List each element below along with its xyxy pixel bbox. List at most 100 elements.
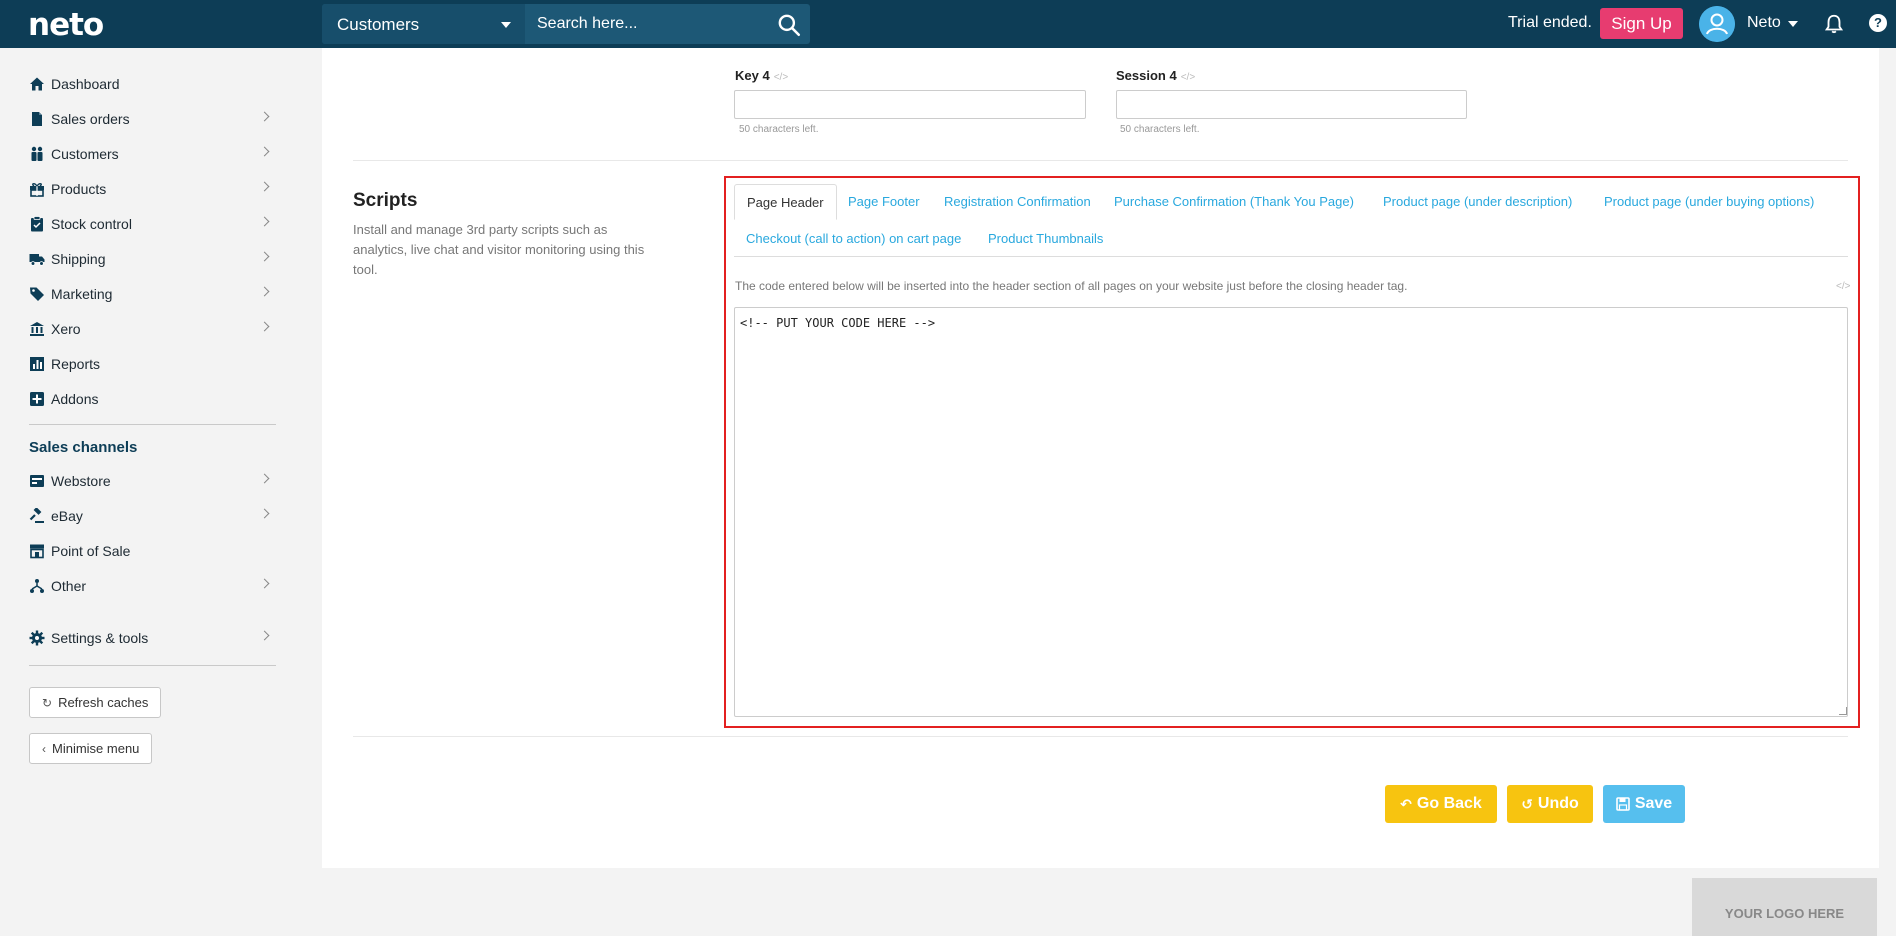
refresh-caches-button[interactable]: ↻ Refresh caches: [29, 687, 162, 718]
undo-button[interactable]: ↺ Undo: [1507, 785, 1593, 823]
tab-purchase-confirmation[interactable]: Purchase Confirmation (Thank You Page): [1102, 184, 1366, 220]
undo-label: Undo: [1537, 795, 1579, 812]
sidebar-item-xero[interactable]: Xero: [29, 314, 276, 344]
neto-logo[interactable]: neto: [28, 7, 104, 43]
your-logo-placeholder: YOUR LOGO HERE: [1692, 878, 1877, 936]
chevron-right-icon: [259, 321, 270, 332]
search-scope-label: Customers: [337, 15, 420, 34]
scripts-tabs: Page Header Page Footer Registration Con…: [734, 184, 1848, 257]
minimise-menu-button[interactable]: ‹ Minimise menu: [29, 733, 153, 764]
sidebar-item-label: Point of Sale: [51, 543, 131, 559]
sidebar-item-label: Marketing: [51, 286, 113, 302]
section-divider: [353, 736, 1848, 737]
clipboard-icon: [31, 216, 43, 232]
bar-chart-icon: [30, 357, 44, 371]
user-avatar-icon[interactable]: [1699, 6, 1735, 42]
sidebar-item-products[interactable]: Products: [29, 174, 276, 204]
sidebar-item-label: Reports: [51, 356, 101, 372]
sidebar-item-label: Shipping: [51, 251, 106, 267]
chevron-down-icon[interactable]: [1788, 21, 1798, 27]
sidebar-item-webstore[interactable]: Webstore: [29, 466, 276, 496]
minimise-menu-label: Minimise menu: [52, 741, 140, 756]
save-button[interactable]: Save: [1603, 785, 1685, 823]
tab-product-page-under-buying-options[interactable]: Product page (under buying options): [1592, 184, 1826, 220]
home-icon: [30, 77, 44, 91]
sidebar-item-settings[interactable]: Settings & tools: [29, 623, 276, 653]
search-input[interactable]: [525, 4, 765, 44]
scripts-section-description: Install and manage 3rd party scripts suc…: [353, 222, 645, 277]
search-scope-select[interactable]: Customers: [322, 4, 525, 44]
sidebar-item-dashboard[interactable]: Dashboard: [29, 69, 276, 99]
code-description-text: The code entered below will be inserted …: [735, 279, 1408, 293]
plus-square-icon: [30, 392, 44, 406]
network-icon: [30, 579, 44, 593]
sidebar-item-label: Products: [51, 181, 107, 197]
key4-input[interactable]: [734, 90, 1086, 119]
code-icon: </>: [773, 72, 789, 83]
sidebar-item-ebay[interactable]: eBay: [29, 501, 276, 531]
scripts-section-title: Scripts: [353, 190, 418, 211]
chevron-right-icon: [259, 111, 270, 122]
undo-icon: ↺: [1521, 795, 1533, 812]
session4-field-label: Session 4 </>: [1116, 68, 1195, 83]
sidebar-item-other[interactable]: Other: [29, 571, 276, 601]
sidebar-item-stock-control[interactable]: Stock control: [29, 209, 276, 239]
document-icon: [32, 112, 42, 126]
tab-page-footer[interactable]: Page Footer: [836, 184, 932, 220]
refresh-caches-label: Refresh caches: [58, 695, 149, 710]
sidebar-item-label: eBay: [51, 508, 83, 524]
sidebar-item-label: Customers: [51, 146, 119, 162]
session4-char-count: 50 characters left.: [1120, 124, 1200, 135]
help-icon[interactable]: ?: [1869, 14, 1887, 32]
gavel-icon: [29, 508, 44, 523]
sidebar-item-point-of-sale[interactable]: Point of Sale: [29, 536, 276, 566]
sidebar-item-label: Sales orders: [51, 111, 130, 127]
script-code-editor[interactable]: <!-- PUT YOUR CODE HERE -->: [734, 307, 1848, 717]
chevron-down-icon: [501, 22, 511, 28]
bell-icon[interactable]: [1823, 13, 1845, 35]
chevron-left-icon: ‹: [42, 741, 46, 756]
bank-icon: [30, 322, 44, 336]
session4-label-text: Session 4: [1116, 68, 1177, 83]
sidebar-item-addons[interactable]: Addons: [29, 384, 276, 414]
sidebar-item-label: Webstore: [51, 473, 111, 489]
sidebar-item-reports[interactable]: Reports: [29, 349, 276, 379]
sidebar-item-sales-orders[interactable]: Sales orders: [29, 104, 276, 134]
session4-input[interactable]: [1116, 90, 1467, 119]
tab-checkout-call-to-action[interactable]: Checkout (call to action) on cart page: [734, 221, 973, 257]
tab-product-thumbnails[interactable]: Product Thumbnails: [976, 221, 1115, 257]
sales-channels-heading: Sales channels: [29, 439, 138, 456]
reply-arrow-icon: ↶: [1400, 795, 1412, 812]
search-icon[interactable]: [776, 12, 802, 38]
chevron-right-icon: [259, 630, 270, 641]
resize-handle-icon[interactable]: [1839, 707, 1847, 715]
sidebar-item-label: Settings & tools: [51, 630, 149, 646]
storefront-icon: [30, 475, 44, 487]
go-back-button[interactable]: ↶ Go Back: [1385, 785, 1497, 823]
sidebar-item-customers[interactable]: Customers: [29, 139, 276, 169]
trial-status-text: Trial ended.: [1508, 14, 1592, 31]
go-back-label: Go Back: [1416, 795, 1482, 812]
tab-registration-confirmation[interactable]: Registration Confirmation: [932, 184, 1103, 220]
truck-icon: [29, 254, 45, 266]
tab-product-page-under-description[interactable]: Product page (under description): [1371, 184, 1584, 220]
sign-up-button[interactable]: Sign Up: [1600, 8, 1683, 39]
sidebar-item-shipping[interactable]: Shipping: [29, 244, 276, 274]
top-navbar: neto Customers Trial ended. Sign Up Neto…: [0, 0, 1896, 48]
save-label: Save: [1634, 795, 1673, 812]
sidebar-item-label: Stock control: [51, 216, 132, 232]
section-divider: [353, 160, 1848, 161]
tab-page-header[interactable]: Page Header: [734, 184, 837, 220]
code-icon: </>: [1180, 72, 1196, 83]
save-icon: [1616, 797, 1630, 811]
sidebar-item-label: Dashboard: [51, 76, 120, 92]
user-menu-name[interactable]: Neto: [1747, 14, 1781, 32]
sidebar-item-marketing[interactable]: Marketing: [29, 279, 276, 309]
key4-label-text: Key 4: [735, 68, 770, 83]
code-icon: </>: [1836, 281, 1851, 292]
chevron-right-icon: [259, 251, 270, 262]
chevron-right-icon: [259, 216, 270, 227]
sidebar-divider: [29, 424, 276, 425]
key4-char-count: 50 characters left.: [739, 124, 819, 135]
sidebar-item-label: Addons: [51, 391, 99, 407]
